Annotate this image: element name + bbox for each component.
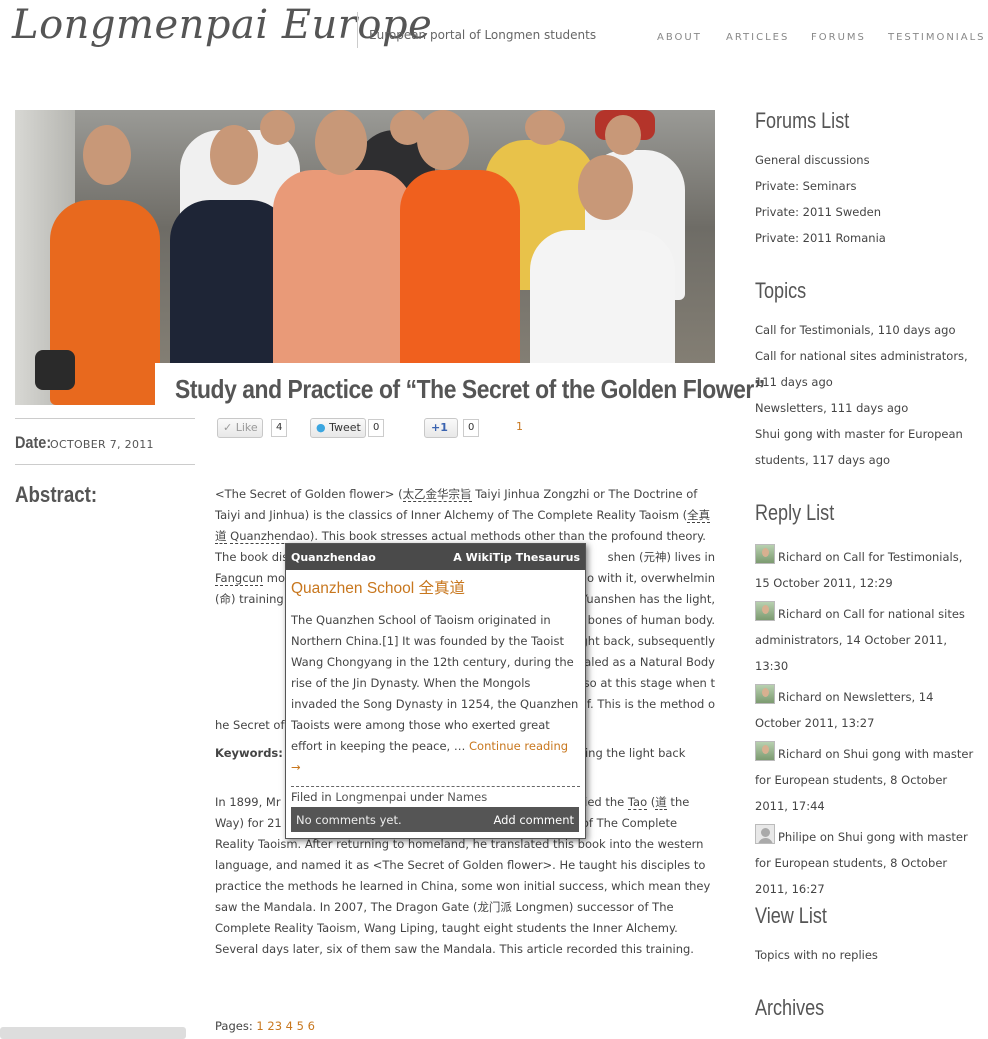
plusone-button[interactable]: +1 [424,418,458,438]
page-link-2[interactable]: 2 [267,1019,274,1033]
tag-link[interactable]: Names [447,790,487,804]
topic-item[interactable]: Call for Testimonials, 110 days ago [755,317,980,343]
nav-testimonials[interactable]: TESTIMONIALS [888,32,986,43]
view-heading: View List [755,903,827,928]
twitter-bird-icon: ● [316,421,326,434]
term-taiyi-jinhua[interactable]: 太乙金华宗旨 [402,487,472,502]
post-date: OCTOBER 7, 2011 [50,438,154,451]
page-link-5[interactable]: 5 [297,1019,304,1033]
term-tao-cn[interactable]: 道 [655,795,667,810]
site-tagline: European portal of Longmen students [369,28,597,42]
tweet-button[interactable]: ● Tweet [310,418,366,438]
wikitip-source[interactable]: A WikiTip Thesaurus [453,551,580,564]
term-quanzhendao[interactable]: Quanzhendao [230,529,310,544]
tweet-label: Tweet [329,421,361,434]
forums-list: General discussions Private: Seminars Pr… [755,147,980,251]
wikitip-title[interactable]: Quanzhen School 全真道 [286,570,585,598]
term-tao[interactable]: Tao [627,795,648,810]
wikitip-body: The Quanzhen School of Taoism originated… [291,613,579,774]
nav-forums[interactable]: FORUMS [811,32,866,43]
view-list: Topics with no replies [755,942,980,968]
like-button[interactable]: ✓ Like [217,418,263,438]
avatar [755,601,775,621]
forum-item[interactable]: Private: Seminars [755,173,980,199]
forum-item[interactable]: General discussions [755,147,980,173]
topic-item[interactable]: Newsletters, 111 days ago [755,395,980,421]
meta-rule-bottom [15,464,195,465]
forum-item[interactable]: Private: 2011 Romania [755,225,980,251]
avatar [755,684,775,704]
topics-heading: Topics [755,278,807,303]
wikitip-popup: Quanzhendao A WikiTip Thesaurus Quanzhen… [285,543,586,839]
abstract-label: Abstract: [15,482,98,507]
plusone-count: 0 [463,419,480,437]
page-link-4[interactable]: 4 [286,1019,293,1033]
topic-item[interactable]: Call for national sites administrators, … [755,343,980,395]
add-comment-button[interactable]: Add comment [493,813,574,827]
forum-item[interactable]: Private: 2011 Sweden [755,199,980,225]
category-link[interactable]: Longmenpai [335,790,406,804]
date-label: Date: [15,433,52,452]
thumbs-up-icon: ✓ [223,421,233,434]
topic-item[interactable]: Shui gong with master for European stude… [755,421,980,473]
header-divider [357,12,358,48]
keywords-label: Keywords: [215,746,283,760]
horizontal-scrollbar[interactable] [0,1027,186,1039]
hero-photo [15,110,715,405]
no-comments-text: No comments yet. [296,812,402,827]
reply-item[interactable]: Richard on Call for national sites admin… [755,601,977,679]
like-label: Like [235,421,258,434]
wikitip-filed-in: Filed in Longmenpai under Names [291,790,488,804]
term-fangcun[interactable]: Fangcun [215,571,264,586]
avatar [755,544,775,564]
reply-heading: Reply List [755,500,835,525]
tweet-count: 0 [368,419,385,437]
plusone-label: +1 [431,421,448,434]
avatar [755,824,775,844]
nav-articles[interactable]: ARTICLES [726,32,789,43]
page-link-6[interactable]: 6 [308,1019,315,1033]
pages-label: Pages: [215,1019,253,1033]
pagination: Pages: 1 23 4 5 6 [215,1019,315,1033]
view-item[interactable]: Topics with no replies [755,942,980,968]
reply-list: Richard on Call for Testimonials, 15 Oct… [755,544,977,902]
page-link-3[interactable]: 3 [275,1019,282,1033]
post-rating[interactable]: 1 [516,420,523,433]
wikitip-footer: No comments yet. Add comment [291,807,579,832]
meta-rule-top [15,418,195,419]
like-count: 4 [271,419,288,437]
wikitip-header: Quanzhendao A WikiTip Thesaurus [286,544,585,570]
reply-item[interactable]: Richard on Shui gong with master for Eur… [755,741,977,819]
page-link-1[interactable]: 1 [256,1019,263,1033]
archives-heading: Archives [755,995,825,1020]
topics-list: Call for Testimonials, 110 days ago Call… [755,317,980,473]
reply-item[interactable]: Philipe on Shui gong with master for Eur… [755,824,977,902]
avatar [755,741,775,761]
nav-about[interactable]: ABOUT [657,32,702,43]
reply-item[interactable]: Richard on Newsletters, 14 October 2011,… [755,684,977,736]
post-title[interactable]: Study and Practice of “The Secret of the… [175,374,765,405]
forums-heading: Forums List [755,108,850,133]
wikitip-term: Quanzhendao [291,550,376,564]
reply-item[interactable]: Richard on Call for Testimonials, 15 Oct… [755,544,977,596]
